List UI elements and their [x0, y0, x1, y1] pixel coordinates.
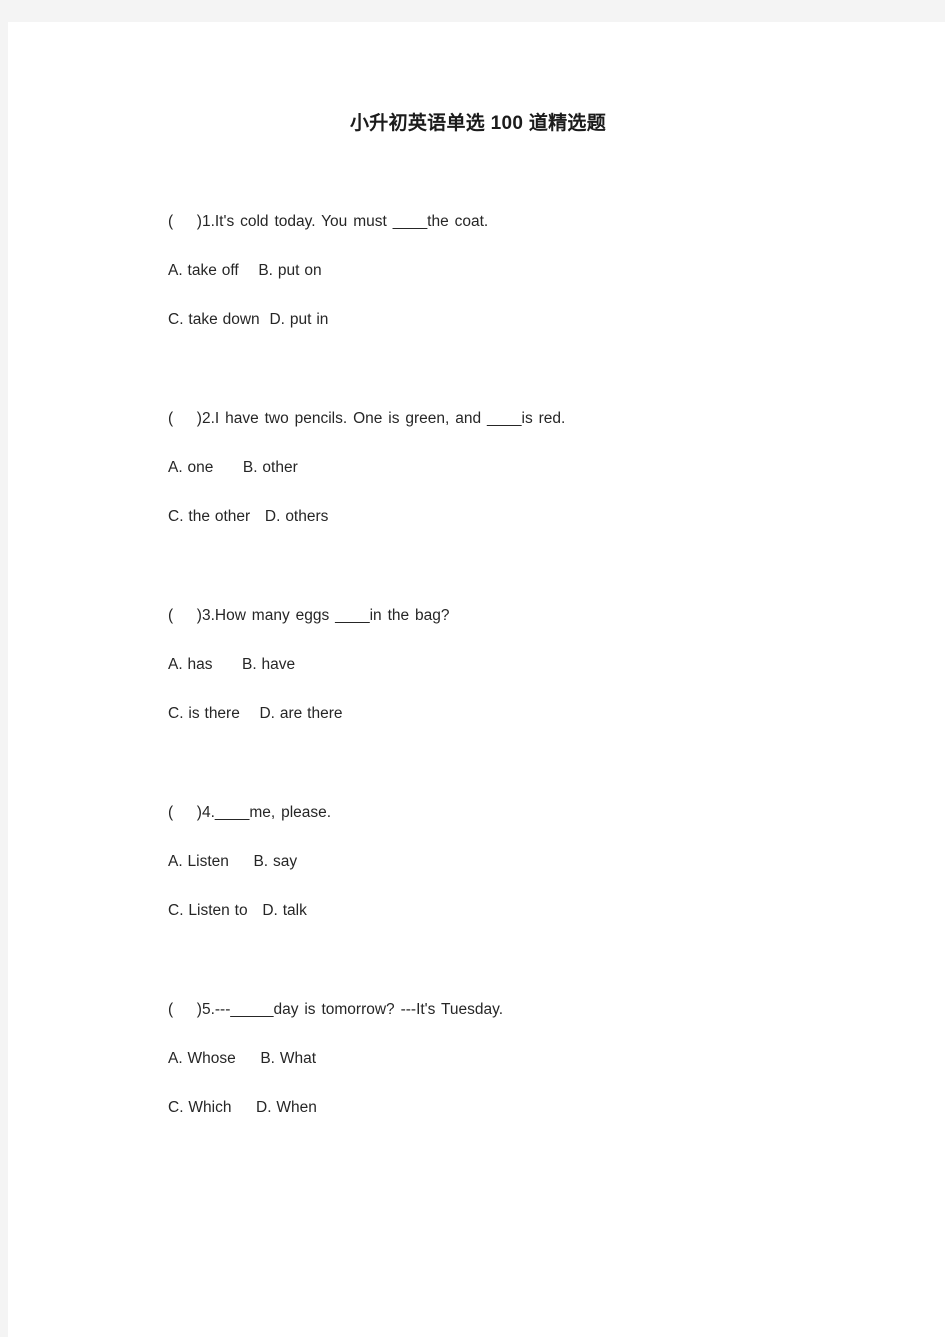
question-stem: ( )3.How many eggs ____in the bag?	[168, 607, 450, 624]
document-page: 小升初英语单选 100 道精选题 ( )1.It's cold today. Y…	[8, 22, 945, 1337]
question-options-row-cd: C. the other D. others	[168, 508, 329, 525]
document-text-column: 小升初英语单选 100 道精选题 ( )1.It's cold today. Y…	[168, 22, 788, 1132]
question-options-row-cd: C. is there D. are there	[168, 705, 343, 722]
question-options-row-ab: A. take off B. put on	[168, 262, 322, 279]
question-options-row-ab: A. Listen B. say	[168, 853, 298, 870]
question-options-row-cd: C. Listen to D. talk	[168, 902, 307, 919]
question-list: ( )1.It's cold today. You must ____the c…	[168, 135, 788, 1132]
question-stem: ( )4.____me, please.	[168, 804, 332, 821]
question-options-row-ab: A. Whose B. What	[168, 1050, 317, 1067]
question-item: ( )3.How many eggs ____in the bag? A. ha…	[168, 591, 788, 738]
question-item: ( )2.I have two pencils. One is green, a…	[168, 394, 788, 541]
question-options-row-ab: A. has B. have	[168, 656, 296, 673]
question-stem: ( )1.It's cold today. You must ____the c…	[168, 213, 489, 230]
question-stem: ( )2.I have two pencils. One is green, a…	[168, 410, 566, 427]
question-options-row-cd: C. Which D. When	[168, 1099, 317, 1116]
question-stem: ( )5.---_____day is tomorrow? ---It's Tu…	[168, 1001, 504, 1018]
question-options-row-ab: A. one B. other	[168, 459, 298, 476]
question-options-row-cd: C. take down D. put in	[168, 311, 329, 328]
question-item: ( )1.It's cold today. You must ____the c…	[168, 197, 788, 344]
question-item: ( )5.---_____day is tomorrow? ---It's Tu…	[168, 985, 788, 1132]
page-title: 小升初英语单选 100 道精选题	[349, 113, 607, 134]
question-item: ( )4.____me, please. A. Listen B. say C.…	[168, 788, 788, 935]
